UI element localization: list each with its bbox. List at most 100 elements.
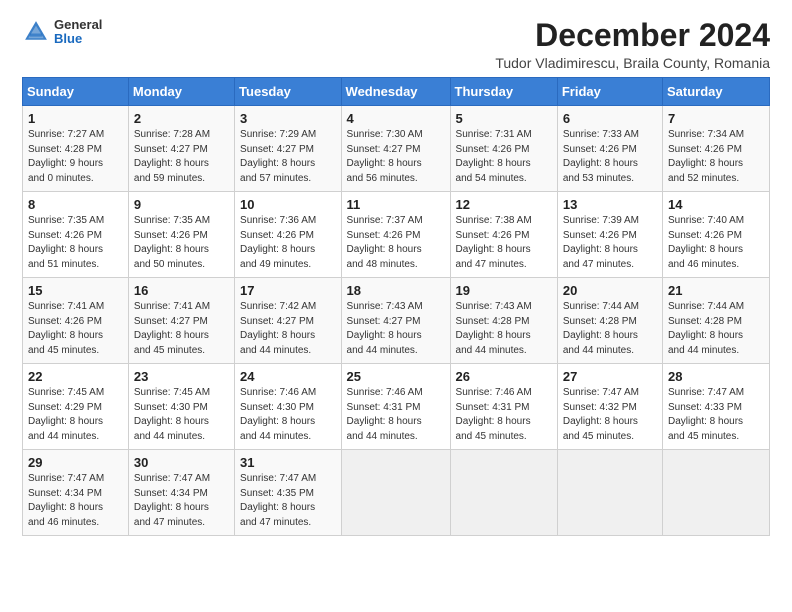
calendar-cell: 15 Sunrise: 7:41 AMSunset: 4:26 PMDayligh… xyxy=(23,278,129,364)
calendar-cell: 21 Sunrise: 7:44 AMSunset: 4:28 PMDayligh… xyxy=(662,278,769,364)
logo-general: General xyxy=(54,18,102,32)
day-number: 16 xyxy=(134,283,229,298)
calendar-cell: 1 Sunrise: 7:27 AMSunset: 4:28 PMDaylight… xyxy=(23,106,129,192)
day-info: Sunrise: 7:46 AMSunset: 4:31 PMDaylight:… xyxy=(347,386,445,444)
calendar-week-2: 15 Sunrise: 7:41 AMSunset: 4:26 PMDayligh… xyxy=(23,278,770,364)
calendar-cell: 20 Sunrise: 7:44 AMSunset: 4:28 PMDayligh… xyxy=(557,278,662,364)
day-number: 4 xyxy=(347,111,445,126)
calendar-table: SundayMondayTuesdayWednesdayThursdayFrid… xyxy=(22,77,770,536)
day-number: 29 xyxy=(28,455,123,470)
calendar-cell: 26 Sunrise: 7:46 AMSunset: 4:31 PMDayligh… xyxy=(450,364,557,450)
calendar-header-friday: Friday xyxy=(557,78,662,106)
day-number: 27 xyxy=(563,369,657,384)
day-number: 5 xyxy=(456,111,552,126)
day-info: Sunrise: 7:45 AMSunset: 4:29 PMDaylight:… xyxy=(28,386,123,444)
calendar-cell: 2 Sunrise: 7:28 AMSunset: 4:27 PMDaylight… xyxy=(128,106,234,192)
day-info: Sunrise: 7:47 AMSunset: 4:32 PMDaylight:… xyxy=(563,386,657,444)
logo: General Blue xyxy=(22,18,102,47)
day-info: Sunrise: 7:37 AMSunset: 4:26 PMDaylight:… xyxy=(347,214,445,272)
day-info: Sunrise: 7:43 AMSunset: 4:27 PMDaylight:… xyxy=(347,300,445,358)
day-number: 18 xyxy=(347,283,445,298)
calendar-cell: 27 Sunrise: 7:47 AMSunset: 4:32 PMDayligh… xyxy=(557,364,662,450)
day-info: Sunrise: 7:29 AMSunset: 4:27 PMDaylight:… xyxy=(240,128,335,186)
day-info: Sunrise: 7:41 AMSunset: 4:26 PMDaylight:… xyxy=(28,300,123,358)
day-info: Sunrise: 7:47 AMSunset: 4:34 PMDaylight:… xyxy=(134,472,229,530)
day-number: 20 xyxy=(563,283,657,298)
calendar-header-tuesday: Tuesday xyxy=(235,78,341,106)
calendar-cell xyxy=(662,450,769,536)
day-info: Sunrise: 7:28 AMSunset: 4:27 PMDaylight:… xyxy=(134,128,229,186)
day-info: Sunrise: 7:47 AMSunset: 4:35 PMDaylight:… xyxy=(240,472,335,530)
calendar-cell: 14 Sunrise: 7:40 AMSunset: 4:26 PMDayligh… xyxy=(662,192,769,278)
day-info: Sunrise: 7:38 AMSunset: 4:26 PMDaylight:… xyxy=(456,214,552,272)
calendar-header-thursday: Thursday xyxy=(450,78,557,106)
day-info: Sunrise: 7:44 AMSunset: 4:28 PMDaylight:… xyxy=(668,300,764,358)
calendar-cell: 3 Sunrise: 7:29 AMSunset: 4:27 PMDaylight… xyxy=(235,106,341,192)
day-number: 28 xyxy=(668,369,764,384)
calendar-cell: 19Sunrise: 7:43 AMSunset: 4:28 PMDayligh… xyxy=(450,278,557,364)
day-number: 19 xyxy=(456,283,552,298)
calendar-cell: 23 Sunrise: 7:45 AMSunset: 4:30 PMDayligh… xyxy=(128,364,234,450)
day-number: 30 xyxy=(134,455,229,470)
calendar-cell: 8Sunrise: 7:35 AMSunset: 4:26 PMDaylight… xyxy=(23,192,129,278)
header: General Blue December 2024 Tudor Vladimi… xyxy=(22,18,770,71)
calendar-header-row: SundayMondayTuesdayWednesdayThursdayFrid… xyxy=(23,78,770,106)
day-number: 1 xyxy=(28,111,123,126)
day-number: 17 xyxy=(240,283,335,298)
day-number: 2 xyxy=(134,111,229,126)
calendar-cell: 22 Sunrise: 7:45 AMSunset: 4:29 PMDayligh… xyxy=(23,364,129,450)
calendar-cell: 17 Sunrise: 7:42 AMSunset: 4:27 PMDayligh… xyxy=(235,278,341,364)
calendar-cell: 12 Sunrise: 7:38 AMSunset: 4:26 PMDayligh… xyxy=(450,192,557,278)
day-number: 9 xyxy=(134,197,229,212)
calendar-cell xyxy=(341,450,450,536)
day-info: Sunrise: 7:42 AMSunset: 4:27 PMDaylight:… xyxy=(240,300,335,358)
day-info: Sunrise: 7:44 AMSunset: 4:28 PMDaylight:… xyxy=(563,300,657,358)
day-number: 21 xyxy=(668,283,764,298)
calendar-week-1: 8Sunrise: 7:35 AMSunset: 4:26 PMDaylight… xyxy=(23,192,770,278)
calendar-week-0: 1 Sunrise: 7:27 AMSunset: 4:28 PMDaylight… xyxy=(23,106,770,192)
subtitle: Tudor Vladimirescu, Braila County, Roman… xyxy=(495,55,770,71)
day-info: Sunrise: 7:34 AMSunset: 4:26 PMDaylight:… xyxy=(668,128,764,186)
calendar-cell: 16Sunrise: 7:41 AMSunset: 4:27 PMDayligh… xyxy=(128,278,234,364)
day-info: Sunrise: 7:36 AMSunset: 4:26 PMDaylight:… xyxy=(240,214,335,272)
calendar-cell xyxy=(557,450,662,536)
calendar-cell: 10 Sunrise: 7:36 AMSunset: 4:26 PMDayligh… xyxy=(235,192,341,278)
calendar-header-monday: Monday xyxy=(128,78,234,106)
day-number: 31 xyxy=(240,455,335,470)
logo-icon xyxy=(22,18,50,46)
day-number: 23 xyxy=(134,369,229,384)
calendar-header-wednesday: Wednesday xyxy=(341,78,450,106)
day-info: Sunrise: 7:35 AMSunset: 4:26 PMDaylight:… xyxy=(28,214,123,272)
calendar-cell: 4Sunrise: 7:30 AMSunset: 4:27 PMDaylight… xyxy=(341,106,450,192)
calendar-cell: 28Sunrise: 7:47 AMSunset: 4:33 PMDayligh… xyxy=(662,364,769,450)
calendar-cell xyxy=(450,450,557,536)
day-number: 3 xyxy=(240,111,335,126)
calendar-header-saturday: Saturday xyxy=(662,78,769,106)
day-number: 26 xyxy=(456,369,552,384)
calendar-header-sunday: Sunday xyxy=(23,78,129,106)
day-number: 22 xyxy=(28,369,123,384)
page: General Blue December 2024 Tudor Vladimi… xyxy=(0,0,792,612)
day-info: Sunrise: 7:46 AMSunset: 4:31 PMDaylight:… xyxy=(456,386,552,444)
day-number: 6 xyxy=(563,111,657,126)
day-number: 15 xyxy=(28,283,123,298)
day-info: Sunrise: 7:47 AMSunset: 4:34 PMDaylight:… xyxy=(28,472,123,530)
day-info: Sunrise: 7:45 AMSunset: 4:30 PMDaylight:… xyxy=(134,386,229,444)
day-number: 24 xyxy=(240,369,335,384)
calendar-cell: 29 Sunrise: 7:47 AMSunset: 4:34 PMDayligh… xyxy=(23,450,129,536)
calendar-cell: 11Sunrise: 7:37 AMSunset: 4:26 PMDayligh… xyxy=(341,192,450,278)
day-info: Sunrise: 7:27 AMSunset: 4:28 PMDaylight:… xyxy=(28,128,123,186)
day-number: 12 xyxy=(456,197,552,212)
calendar-week-3: 22 Sunrise: 7:45 AMSunset: 4:29 PMDayligh… xyxy=(23,364,770,450)
day-number: 10 xyxy=(240,197,335,212)
logo-text: General Blue xyxy=(54,18,102,47)
day-info: Sunrise: 7:33 AMSunset: 4:26 PMDaylight:… xyxy=(563,128,657,186)
day-number: 14 xyxy=(668,197,764,212)
title-area: December 2024 Tudor Vladimirescu, Braila… xyxy=(495,18,770,71)
calendar-cell: 31 Sunrise: 7:47 AMSunset: 4:35 PMDayligh… xyxy=(235,450,341,536)
day-number: 13 xyxy=(563,197,657,212)
day-number: 7 xyxy=(668,111,764,126)
calendar-cell: 5Sunrise: 7:31 AMSunset: 4:26 PMDaylight… xyxy=(450,106,557,192)
day-info: Sunrise: 7:40 AMSunset: 4:26 PMDaylight:… xyxy=(668,214,764,272)
calendar-cell: 6 Sunrise: 7:33 AMSunset: 4:26 PMDaylight… xyxy=(557,106,662,192)
